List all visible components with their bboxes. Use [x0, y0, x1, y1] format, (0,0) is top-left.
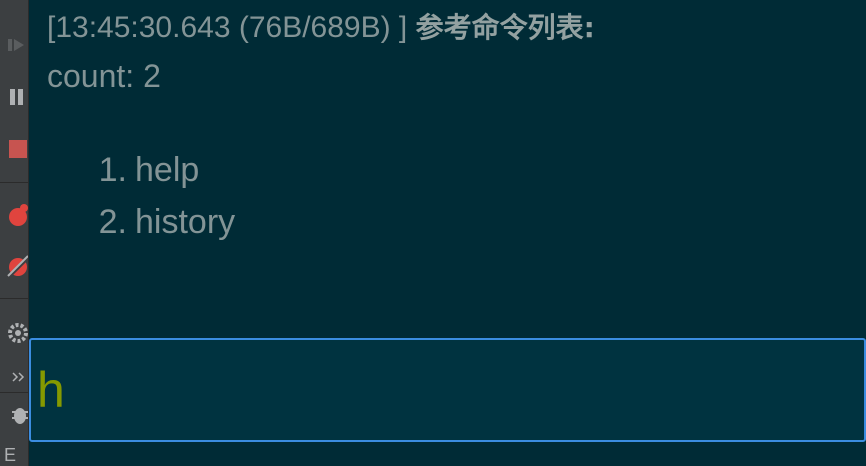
- log-title: 参考命令列表:: [415, 11, 595, 44]
- list-item: 2. history: [81, 200, 236, 252]
- mute-breakpoints-button[interactable]: [0, 252, 28, 282]
- event-log-label: E: [4, 444, 17, 465]
- bottom-strip: [29, 442, 866, 466]
- stop-button[interactable]: [0, 134, 28, 164]
- more-button[interactable]: [0, 362, 28, 392]
- debug-console-window: E [13:45:30.643 (76B/689B) ] 参考命令列表: cou…: [0, 0, 866, 466]
- toolbar-divider: [0, 298, 28, 299]
- list-item-number: 2.: [98, 203, 127, 241]
- log-timestamp: [13:45:30.643 (76B/689B) ]: [47, 11, 408, 44]
- toolbar-divider: [0, 392, 28, 393]
- settings-icon: [8, 323, 28, 343]
- log-header: [13:45:30.643 (76B/689B) ] 参考命令列表:: [47, 6, 595, 46]
- toolbar-divider: [0, 182, 28, 183]
- command-input-container: [29, 338, 866, 442]
- settings-button[interactable]: [0, 318, 28, 348]
- debug-toolbar: E: [0, 0, 29, 466]
- more-icon: [12, 372, 25, 382]
- debug-tab-button[interactable]: [0, 400, 28, 430]
- console-output: [13:45:30.643 (76B/689B) ] 参考命令列表: count…: [29, 0, 866, 338]
- resume-button[interactable]: [0, 30, 28, 60]
- list-item-number: 1.: [98, 151, 127, 189]
- event-log-tab[interactable]: E: [0, 440, 28, 466]
- command-input[interactable]: [37, 346, 857, 434]
- pause-icon: [10, 89, 23, 105]
- command-name: help: [135, 151, 200, 189]
- command-name: history: [135, 203, 236, 241]
- resume-icon: [8, 39, 24, 51]
- pause-button[interactable]: [0, 82, 28, 112]
- command-count: count: 2: [47, 58, 161, 94]
- mute-breakpoints-icon: [6, 255, 28, 280]
- view-breakpoints-button[interactable]: [0, 200, 28, 230]
- breakpoint-icon: [9, 204, 28, 226]
- bug-icon: [12, 408, 28, 424]
- list-item: 1. help: [81, 148, 235, 200]
- command-list: 1. help 2. history: [81, 148, 236, 252]
- stop-icon: [9, 140, 27, 158]
